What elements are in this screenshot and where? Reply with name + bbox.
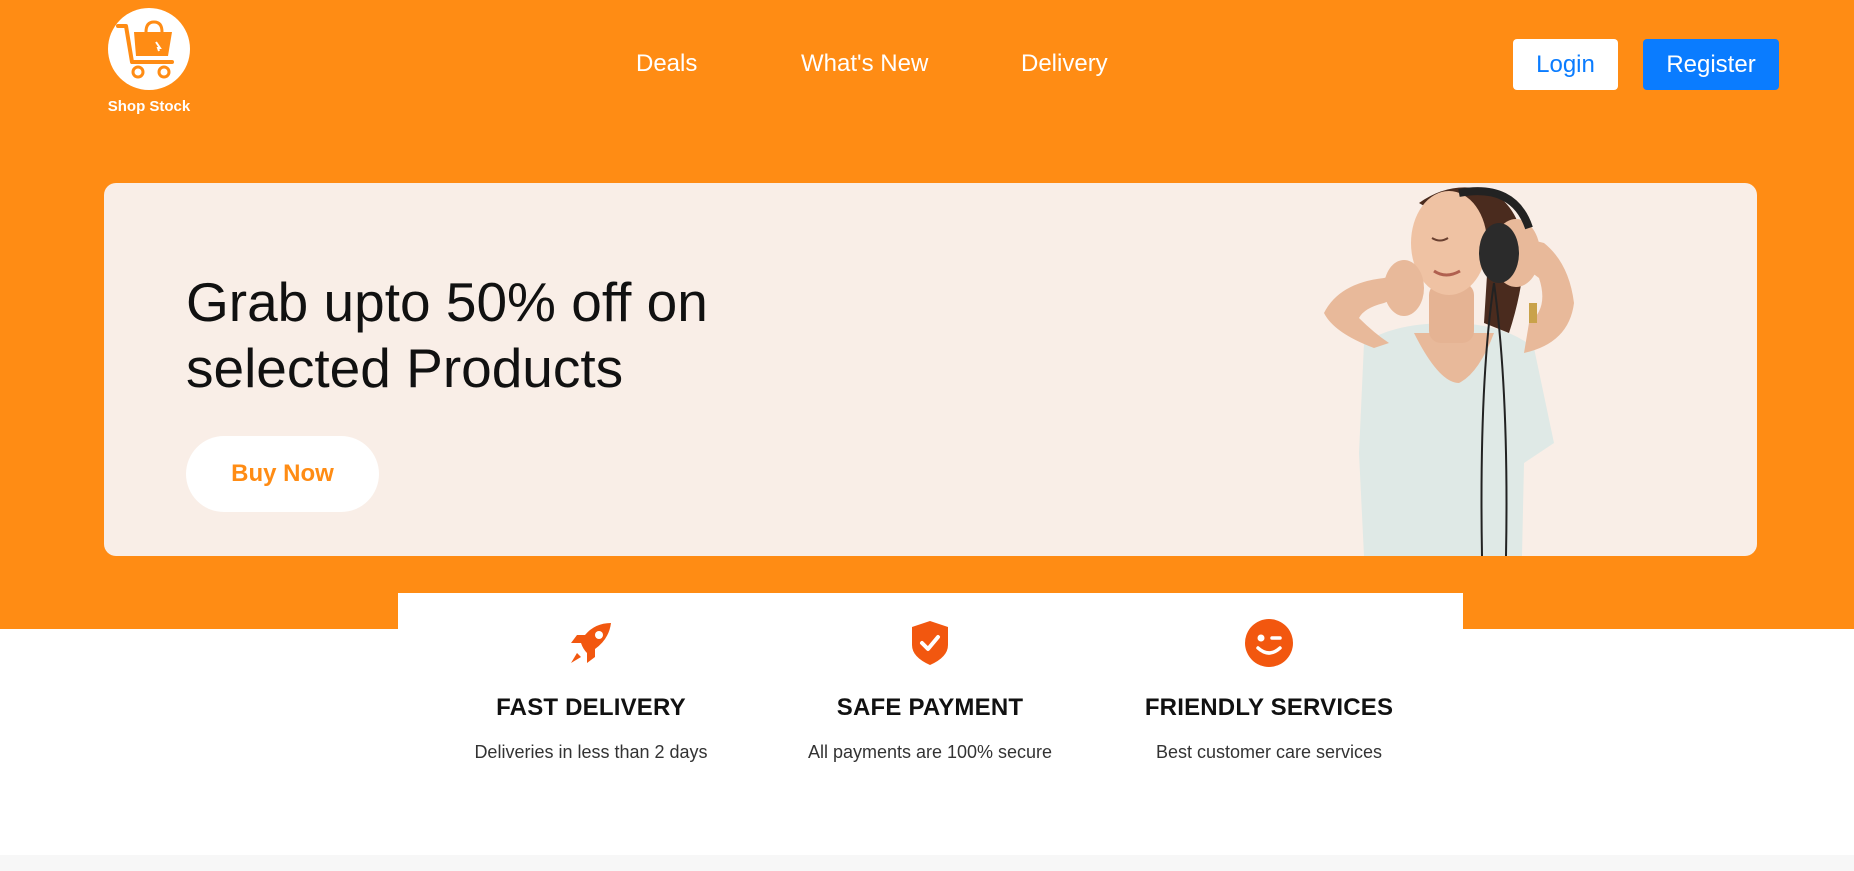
wink-smile-icon	[1245, 619, 1293, 667]
feature-fast-delivery: FAST DELIVERY Deliveries in less than 2 …	[441, 593, 741, 763]
feature-text: Best customer care services	[1155, 742, 1383, 762]
hero-image	[1324, 187, 1574, 556]
nav-delivery-link[interactable]: Delivery	[1021, 50, 1108, 78]
feature-text: All payments are 100% secure	[807, 742, 1053, 762]
buy-now-button[interactable]: Buy Now	[186, 436, 379, 512]
brand-logo[interactable]: Shop Stock	[106, 8, 192, 115]
login-button[interactable]: Login	[1513, 39, 1618, 90]
feature-title: FAST DELIVERY	[496, 694, 686, 721]
features-section: FAST DELIVERY Deliveries in less than 2 …	[398, 593, 1463, 793]
feature-friendly-services: FRIENDLY SERVICES Best customer care ser…	[1119, 593, 1419, 763]
nav-whats-new-link[interactable]: What's New	[801, 50, 928, 78]
feature-safe-payment: SAFE PAYMENT All payments are 100% secur…	[780, 593, 1080, 763]
nav-deals-link[interactable]: Deals	[636, 50, 697, 78]
feature-title: FRIENDLY SERVICES	[1144, 694, 1394, 721]
shield-check-icon	[912, 621, 948, 665]
hero-title: Grab upto 50% off on selected Products	[186, 271, 708, 399]
register-button[interactable]: Register	[1643, 39, 1779, 90]
rocket-icon	[571, 623, 611, 663]
feature-text: Deliveries in less than 2 days	[474, 742, 708, 762]
brand-name: Shop Stock	[107, 98, 191, 115]
shopping-cart-icon	[108, 8, 190, 90]
page-bottom-strip	[0, 855, 1854, 871]
feature-title: SAFE PAYMENT	[836, 694, 1024, 721]
hero-banner: Grab upto 50% off on selected Products B…	[104, 183, 1757, 556]
